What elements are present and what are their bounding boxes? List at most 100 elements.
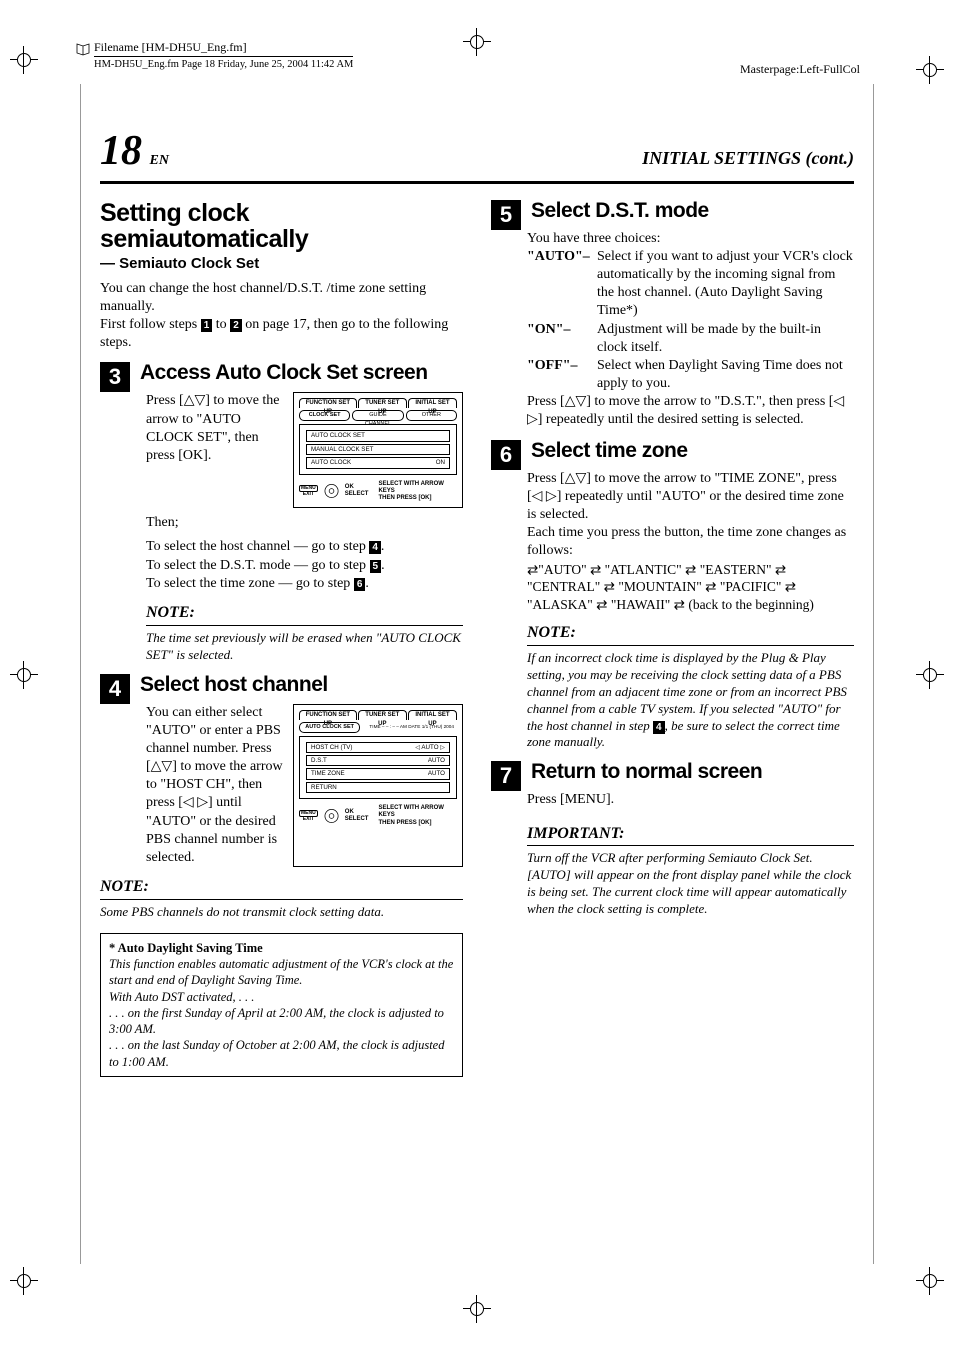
intro-2: First follow steps 1 to 2 on page 17, th… — [100, 316, 463, 352]
auto-dst-title: * Auto Daylight Saving Time — [109, 941, 263, 955]
page-number: 18 — [100, 128, 142, 174]
step-ref-1: 1 — [201, 319, 213, 332]
auto-dst-l3: . . . on the first Sunday of April at 2:… — [109, 1006, 444, 1036]
auto-dst-l4: . . . on the last Sunday of October at 2… — [109, 1038, 444, 1068]
note-body: If an incorrect clock time is displayed … — [527, 650, 854, 751]
registration-mark — [10, 661, 38, 689]
dst-on-v: Adjustment will be made by the built-in … — [597, 321, 854, 357]
step-num-5: 5 — [491, 200, 521, 230]
dst-on-k: "ON"– — [527, 321, 597, 357]
osd-exit: EXIT — [299, 492, 318, 497]
step-5: 5 Select D.S.T. mode — [491, 200, 854, 230]
book-icon — [76, 42, 90, 56]
then: Then; — [146, 514, 463, 532]
step-4-body: You can either select "AUTO" or enter a … — [146, 704, 463, 868]
osd-help2: THEN PRESS [OK] — [378, 495, 457, 502]
note-heading: NOTE: — [146, 603, 463, 626]
dpad-icon — [324, 483, 339, 499]
note-heading: NOTE: — [527, 623, 854, 646]
title-bar: 18 EN INITIAL SETTINGS (cont.) — [100, 124, 854, 184]
filename: Filename [HM-DH5U_Eng.fm] — [94, 40, 353, 56]
step-3-title: Access Auto Clock Set screen — [140, 362, 463, 384]
step-ref: 4 — [369, 541, 381, 554]
masterpage-label: Masterpage:Left-FullCol — [740, 62, 860, 78]
registration-mark — [916, 661, 944, 689]
osd-ok: OK — [345, 809, 369, 816]
osd-item: AUTO CLOCK SET — [306, 430, 450, 441]
registration-mark — [10, 1267, 38, 1295]
osd-item: AUTO CLOCK ON — [306, 457, 450, 468]
osd-subtab: GUIDE CHANNEL — [352, 410, 403, 421]
dst-auto-k: "AUTO"– — [527, 248, 597, 321]
step-3-body: Press [△▽] to move the arrow to "AUTO CL… — [146, 392, 463, 508]
step-ref: 4 — [653, 721, 665, 734]
step-num-7: 7 — [491, 761, 521, 791]
doc-header: Filename [HM-DH5U_Eng.fm] HM-DH5U_Eng.fm… — [94, 40, 353, 71]
osd-item: TIME ZONE AUTO — [306, 768, 450, 779]
osd-select: SELECT — [345, 491, 369, 498]
step-num-6: 6 — [491, 440, 521, 470]
osd-tab-selected: INITIAL SET UP — [408, 398, 457, 408]
margin-line — [80, 84, 81, 1264]
osd-item: MANUAL CLOCK SET — [306, 444, 450, 455]
osd-auto-clock-set: FUNCTION SET UP TUNER SET UP INITIAL SET… — [293, 704, 463, 868]
important-body: Turn off the VCR after performing Semiau… — [527, 850, 854, 918]
step3-line1: To select the host channel — go to step … — [146, 538, 463, 556]
step-7: 7 Return to normal screen — [491, 761, 854, 791]
step-4-text: You can either select "AUTO" or enter a … — [146, 704, 285, 868]
auto-dst-l1: This function enables automatic adjustme… — [109, 957, 453, 987]
lang-code: EN — [150, 153, 169, 168]
time-zone-sequence: ⇄"AUTO" ⇄ "ATLANTIC" ⇄ "EASTERN" ⇄ "CENT… — [527, 561, 854, 614]
osd-help1: SELECT WITH ARROW KEYS — [378, 805, 457, 819]
step-3-text: Press [△▽] to move the arrow to "AUTO CL… — [146, 392, 285, 508]
page-number-block: 18 EN — [100, 124, 169, 179]
osd-item: D.S.T AUTO — [306, 755, 450, 766]
step3-line2: To select the D.S.T. mode — go to step 5… — [146, 557, 463, 575]
step-7-body: Press [MENU]. — [527, 791, 854, 809]
osd-select: SELECT — [345, 816, 369, 823]
step-5-intro: You have three choices: — [527, 230, 854, 248]
step-num-4: 4 — [100, 674, 130, 704]
right-column: 5 Select D.S.T. mode You have three choi… — [491, 200, 854, 1077]
note-heading: NOTE: — [100, 877, 463, 900]
step-6-title: Select time zone — [531, 440, 854, 462]
osd-clock-set: FUNCTION SET UP TUNER SET UP INITIAL SET… — [293, 392, 463, 508]
auto-dst-box: * Auto Daylight Saving Time This functio… — [100, 933, 463, 1077]
important-heading: IMPORTANT: — [527, 824, 854, 847]
registration-mark — [463, 1295, 491, 1323]
step-4: 4 Select host channel — [100, 674, 463, 704]
left-column: Setting clock semiautomatically — Semiau… — [100, 200, 463, 1077]
file-meta: HM-DH5U_Eng.fm Page 18 Friday, June 25, … — [94, 56, 353, 72]
step-4-title: Select host channel — [140, 674, 463, 696]
step-7-title: Return to normal screen — [531, 761, 854, 783]
step-5-tail: Press [△▽] to move the arrow to "D.S.T."… — [527, 393, 854, 429]
osd-subtab: AUTO CLOCK SET — [299, 722, 360, 733]
h1-sub: — Semiauto Clock Set — [100, 254, 463, 274]
intro-2a: First follow steps — [100, 317, 201, 332]
step-3: 3 Access Auto Clock Set screen — [100, 362, 463, 392]
note-body: Some PBS channels do not transmit clock … — [100, 904, 463, 921]
step3-line3: To select the time zone — go to step 6. — [146, 575, 463, 593]
step-6: 6 Select time zone — [491, 440, 854, 470]
margin-line — [873, 84, 874, 1264]
step-num-3: 3 — [100, 362, 130, 392]
osd-tab-selected: INITIAL SET UP — [408, 710, 457, 720]
step-ref-2: 2 — [230, 319, 242, 332]
osd-tab: TUNER SET UP — [358, 398, 407, 408]
registration-mark — [10, 46, 38, 74]
registration-mark — [463, 28, 491, 56]
osd-subtab: OTHER — [406, 410, 457, 421]
note-body: The time set previously will be erased w… — [146, 630, 463, 664]
intro-1: You can change the host channel/D.S.T. /… — [100, 280, 463, 316]
dst-choices: "AUTO"–Select if you want to adjust your… — [527, 248, 854, 394]
osd-exit: EXIT — [299, 817, 318, 822]
section-title: INITIAL SETTINGS (cont.) — [642, 147, 854, 170]
osd-tab: TUNER SET UP — [358, 710, 407, 720]
step-ref: 5 — [370, 560, 382, 573]
registration-mark — [916, 56, 944, 84]
osd-tab: FUNCTION SET UP — [299, 398, 357, 408]
h1: Setting clock semiautomatically — [100, 200, 463, 253]
osd-ok: OK — [345, 484, 369, 491]
step-5-title: Select D.S.T. mode — [531, 200, 854, 222]
dpad-icon — [324, 808, 339, 824]
